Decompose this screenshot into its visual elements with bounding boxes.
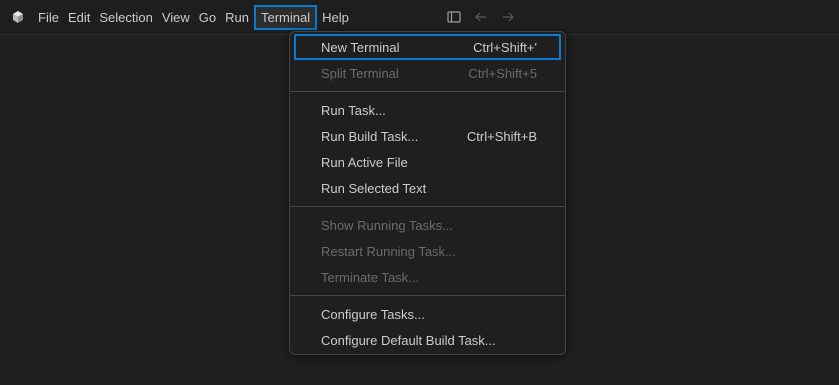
menu-item-label: Show Running Tasks...	[321, 217, 453, 233]
menu-item-label: Split Terminal	[321, 65, 399, 81]
menu-item-label: Configure Default Build Task...	[321, 332, 496, 348]
menu-item-label: Run Task...	[321, 102, 386, 118]
menu-separator	[290, 206, 565, 207]
arrow-left-icon[interactable]	[473, 9, 489, 25]
menu-item-terminate-task: Terminate Task...	[294, 264, 561, 290]
menu-item-run-selected-text[interactable]: Run Selected Text	[294, 175, 561, 201]
menu-item-new-terminal[interactable]: New Terminal Ctrl+Shift+'	[294, 34, 561, 60]
menu-item-run-task[interactable]: Run Task...	[294, 97, 561, 123]
menu-item-shortcut: Ctrl+Shift+B	[466, 128, 537, 144]
menu-item-configure-default-build-task[interactable]: Configure Default Build Task...	[294, 327, 561, 353]
menu-item-label: Configure Tasks...	[321, 306, 425, 322]
menu-item-run-build-task[interactable]: Run Build Task... Ctrl+Shift+B	[294, 123, 561, 149]
menu-item-label: Terminate Task...	[321, 269, 420, 285]
menu-view[interactable]: View	[158, 5, 194, 30]
menu-item-label: New Terminal	[321, 39, 400, 55]
menu-item-configure-tasks[interactable]: Configure Tasks...	[294, 301, 561, 327]
arrow-right-icon[interactable]	[500, 9, 516, 25]
title-bar-controls	[446, 9, 516, 25]
toggle-primary-sidebar-icon[interactable]	[446, 9, 462, 25]
menu-item-split-terminal: Split Terminal Ctrl+Shift+5	[294, 60, 561, 86]
vscode-insiders-logo-icon[interactable]	[10, 9, 26, 25]
menu-selection[interactable]: Selection	[95, 5, 156, 30]
title-bar: File Edit Selection View Go Run Terminal…	[0, 0, 839, 35]
menu-item-restart-running-task: Restart Running Task...	[294, 238, 561, 264]
menu-terminal[interactable]: Terminal	[254, 5, 318, 30]
terminal-menu-dropdown: New Terminal Ctrl+Shift+' Split Terminal Ct…	[289, 31, 566, 355]
menu-bar: File Edit Selection View Go Run Terminal…	[34, 4, 354, 31]
menu-item-shortcut: Ctrl+Shift+'	[473, 39, 537, 55]
menu-item-label: Restart Running Task...	[321, 243, 456, 259]
menu-item-label: Run Active File	[321, 154, 408, 170]
menu-item-shortcut: Ctrl+Shift+5	[468, 65, 537, 81]
menu-separator	[290, 295, 565, 296]
menu-go[interactable]: Go	[195, 5, 220, 30]
menu-file[interactable]: File	[34, 5, 63, 30]
menu-item-label: Run Build Task...	[321, 128, 419, 144]
menu-item-show-running-tasks: Show Running Tasks...	[294, 212, 561, 238]
menu-separator	[290, 91, 565, 92]
menu-help[interactable]: Help	[318, 5, 353, 30]
menu-item-run-active-file[interactable]: Run Active File	[294, 149, 561, 175]
menu-run[interactable]: Run	[221, 5, 253, 30]
menu-edit[interactable]: Edit	[64, 5, 94, 30]
menu-item-label: Run Selected Text	[321, 180, 427, 196]
